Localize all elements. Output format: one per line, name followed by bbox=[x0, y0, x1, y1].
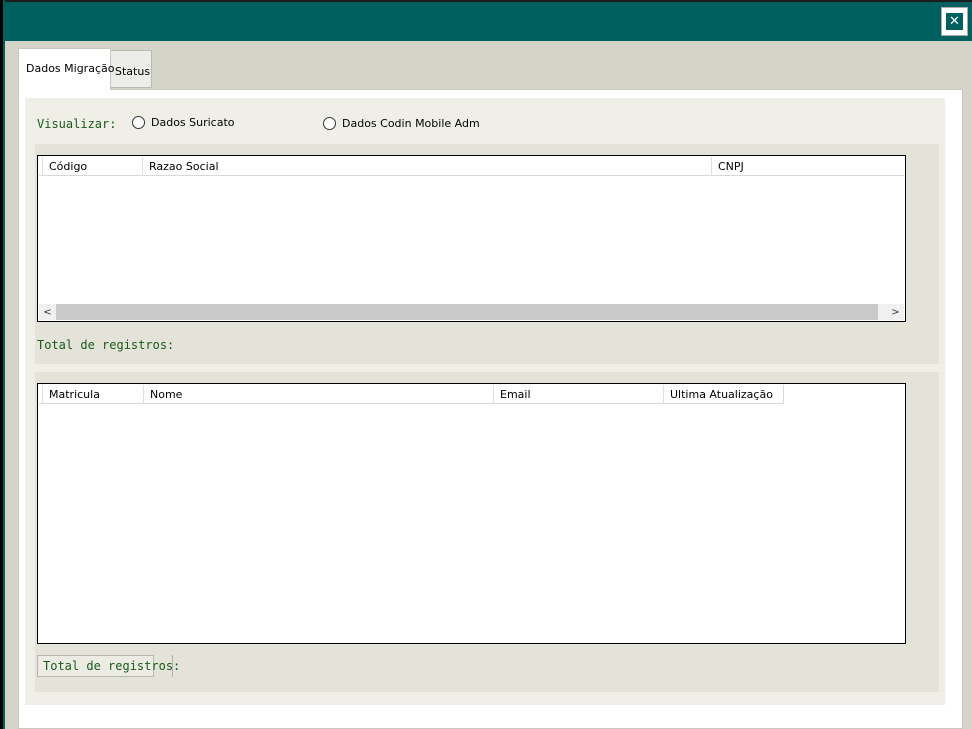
window-body: Dados Migração Status Visualizar: Dados … bbox=[5, 41, 972, 729]
tab-label: Dados Migração bbox=[26, 62, 115, 75]
radio-circle-icon bbox=[323, 117, 336, 130]
radio-label: Dados Suricato bbox=[151, 116, 235, 129]
tab-label: Status bbox=[115, 65, 151, 78]
title-bar: ✕ bbox=[5, 0, 972, 41]
usuarios-grid[interactable]: Matricula Nome Email Ultima Atualização bbox=[37, 383, 906, 644]
column-header-codigo[interactable]: Código bbox=[42, 157, 143, 176]
empresas-horizontal-scrollbar[interactable]: < > bbox=[39, 304, 904, 320]
usuarios-total-label: Total de registros: bbox=[37, 655, 180, 677]
column-header-razao-social[interactable]: Razao Social bbox=[143, 157, 712, 176]
empresas-grid-header: Código Razao Social CNPJ bbox=[39, 157, 904, 176]
close-button[interactable]: ✕ bbox=[941, 7, 968, 36]
empresas-group: Código Razao Social CNPJ < > Total de re… bbox=[35, 144, 939, 364]
empresas-total-label: Total de registros: bbox=[37, 338, 175, 352]
column-header-matricula[interactable]: Matricula bbox=[42, 385, 144, 404]
usuarios-group: Matricula Nome Email Ultima Atualização … bbox=[35, 372, 939, 692]
usuarios-grid-header: Matricula Nome Email Ultima Atualização bbox=[39, 385, 784, 404]
scroll-thumb[interactable] bbox=[56, 304, 878, 320]
radio-label: Dados Codin Mobile Adm bbox=[342, 117, 480, 130]
radio-dados-suricato[interactable]: Dados Suricato bbox=[132, 116, 235, 129]
visualizar-label: Visualizar: bbox=[37, 117, 117, 131]
radio-dados-codin-mobile-adm[interactable]: Dados Codin Mobile Adm bbox=[323, 117, 480, 130]
close-icon: ✕ bbox=[946, 13, 963, 30]
panel-content: Visualizar: Dados Suricato Dados Codin M… bbox=[25, 98, 945, 705]
total-value-separator bbox=[172, 655, 173, 677]
tab-status[interactable]: Status bbox=[110, 50, 152, 88]
scroll-left-icon[interactable]: < bbox=[39, 304, 56, 320]
column-header-cnpj[interactable]: CNPJ bbox=[712, 157, 904, 176]
column-header-ultima-atualizacao[interactable]: Ultima Atualização bbox=[664, 385, 784, 404]
tab-dados-migracao[interactable]: Dados Migração bbox=[18, 48, 115, 90]
column-header-email[interactable]: Email bbox=[494, 385, 664, 404]
column-header-nome[interactable]: Nome bbox=[144, 385, 494, 404]
radio-circle-icon bbox=[132, 116, 145, 129]
scroll-right-icon[interactable]: > bbox=[887, 304, 904, 320]
empresas-grid[interactable]: Código Razao Social CNPJ < > bbox=[37, 155, 906, 322]
tab-panel-dados-migracao: Visualizar: Dados Suricato Dados Codin M… bbox=[18, 89, 963, 729]
